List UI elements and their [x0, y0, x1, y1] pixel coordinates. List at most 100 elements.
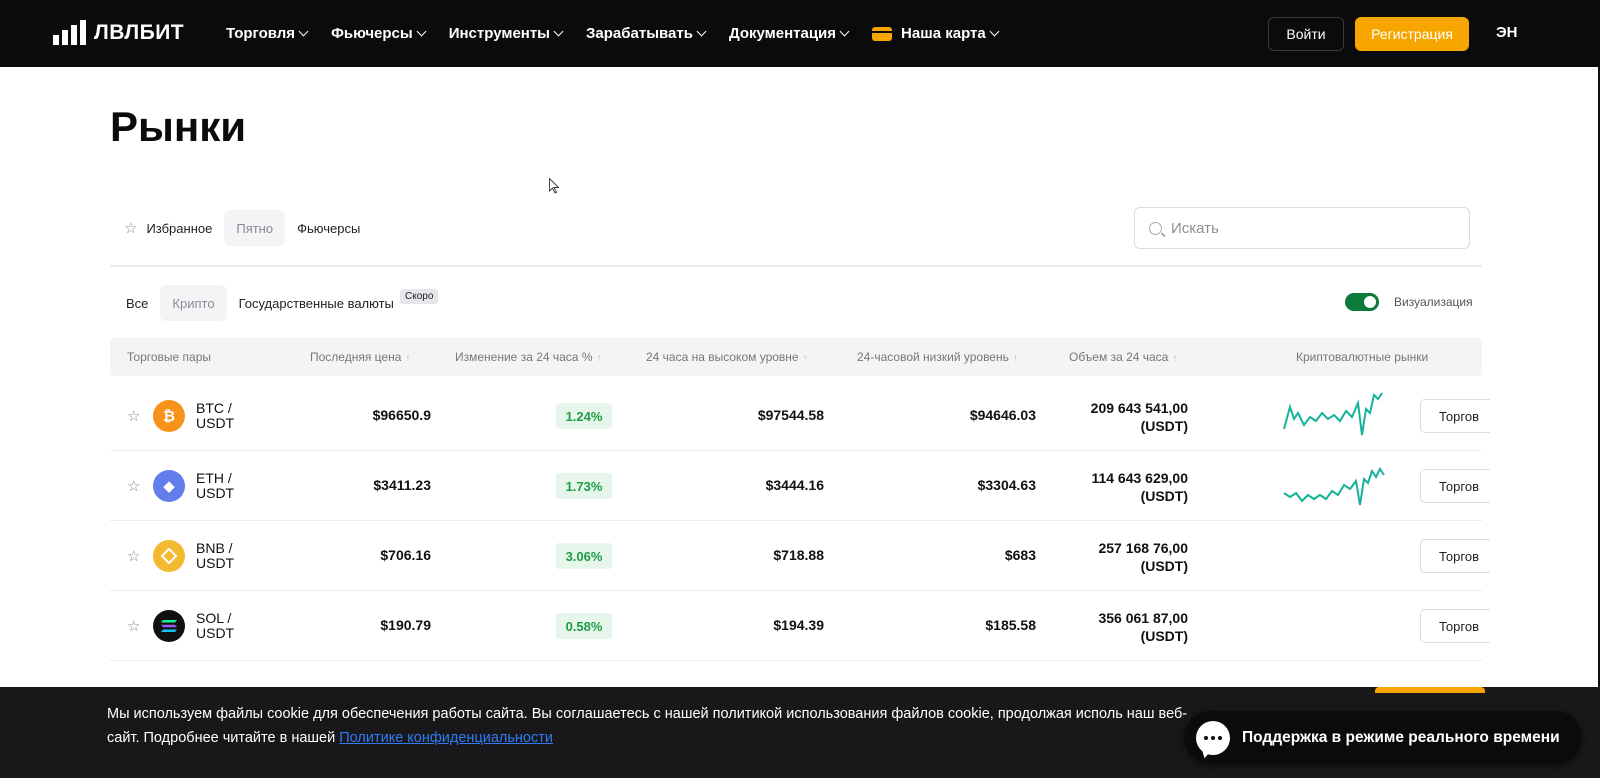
header-label: Криптовалютные рынки — [1296, 350, 1429, 364]
pair-name: SOL / USDT — [196, 611, 234, 641]
favorite-star-icon[interactable]: ☆ — [127, 407, 140, 425]
visualization-toggle[interactable] — [1345, 293, 1379, 311]
chevron-down-icon — [839, 26, 850, 37]
pair-base: BNB / — [196, 540, 233, 556]
chevron-down-icon — [416, 26, 427, 37]
ethereum-icon: ◆ — [153, 470, 185, 502]
sparkline-chart — [1283, 467, 1385, 506]
trade-button[interactable]: Торгов — [1420, 399, 1490, 433]
favorite-star-icon[interactable]: ☆ — [127, 477, 140, 495]
last-price: $706.16 — [380, 547, 431, 563]
volume: 209 643 541,00 (USDT) — [1091, 399, 1188, 435]
login-button[interactable]: Войти — [1268, 17, 1344, 51]
volume: 356 061 87,00 (USDT) — [1098, 609, 1188, 645]
volume-unit: (USDT) — [1140, 628, 1188, 644]
change-badge: 0.58% — [556, 613, 612, 639]
high-price: $97544.58 — [757, 407, 824, 423]
live-support-button[interactable]: Поддержка в режиме реального времени — [1184, 711, 1582, 764]
cookie-accept-button-edge[interactable] — [1375, 687, 1485, 693]
high-price: $194.39 — [773, 617, 824, 633]
mouse-cursor-icon — [549, 178, 559, 194]
trade-button[interactable]: Торгов — [1420, 469, 1490, 503]
low-price: $3304.63 — [977, 477, 1036, 493]
header-label: Объем за 24 часа — [1069, 350, 1169, 364]
nav-item-tools[interactable]: Инструменты — [448, 25, 564, 42]
cookie-notice-text: Мы используем файлы cookie для обеспечен… — [107, 702, 1217, 750]
header-label: Последняя цена — [310, 350, 402, 364]
change-badge: 3.06% — [556, 543, 612, 569]
low-price: $185.58 — [985, 617, 1036, 633]
high-price: $718.88 — [773, 547, 824, 563]
tab-crypto[interactable]: Крипто — [160, 285, 227, 321]
column-header-high[interactable]: 24 часа на высоком уровне ↑ — [646, 350, 808, 364]
header-label: 24 часа на высоком уровне — [646, 350, 799, 364]
volume-value: 114 643 629,00 — [1091, 470, 1188, 486]
star-outline-icon: ☆ — [124, 219, 138, 237]
low-price: $683 — [1004, 547, 1036, 563]
privacy-policy-link[interactable]: Политике конфиденциальности — [339, 730, 553, 746]
volume-unit: (USDT) — [1140, 558, 1188, 574]
nav-item-docs[interactable]: Документация — [728, 25, 850, 42]
tab-favorites[interactable]: ☆ Избранное — [122, 210, 224, 246]
nav-item-label: Документация — [728, 25, 837, 42]
table-row[interactable]: ☆ BNB / USDT $706.16 3.06% $718.88 $683 2… — [110, 521, 1490, 591]
search-input[interactable]: Искать — [1171, 220, 1219, 237]
chevron-down-icon — [696, 26, 707, 37]
nav-item-earn[interactable]: Зарабатывать — [586, 25, 707, 42]
soon-badge: Скоро — [400, 289, 439, 304]
logo-text: ЛВЛБИТ — [94, 21, 185, 44]
logo-bars-icon — [53, 20, 86, 45]
volume-unit: (USDT) — [1140, 418, 1188, 434]
nav-item-card[interactable]: Наша карта — [872, 25, 1000, 42]
pair-quote: USDT — [196, 415, 235, 431]
sort-arrow-icon: ↑ — [1012, 353, 1018, 364]
column-header-pair[interactable]: Торговые пары — [127, 350, 211, 364]
brand-logo[interactable]: ЛВЛБИТ — [53, 20, 185, 45]
column-header-last-price[interactable]: Последняя цена ↑ — [310, 350, 410, 364]
column-header-change[interactable]: Изменение за 24 часа % ↑ — [455, 350, 601, 364]
nav-item-trading[interactable]: Торговля — [226, 25, 309, 42]
change-badge: 1.73% — [556, 473, 612, 499]
cookie-text: Мы используем файлы cookie для обеспечен… — [107, 706, 1188, 746]
visualization-label: Визуализация — [1394, 295, 1473, 309]
nav-item-label: Фьючерсы — [331, 25, 413, 42]
volume: 257 168 76,00 (USDT) — [1098, 539, 1188, 575]
tab-futures[interactable]: Фьючерсы — [285, 210, 372, 246]
register-button[interactable]: Регистрация — [1355, 17, 1469, 51]
table-row[interactable]: ☆ SOL / USDT $190.79 0.58% $194.39 $185.5… — [110, 591, 1490, 661]
search-box[interactable]: Искать — [1134, 207, 1470, 249]
last-price: $190.79 — [380, 617, 431, 633]
tab-label: Фьючерсы — [297, 220, 361, 236]
table-row[interactable]: ☆ ₿ BTC / USDT $96650.9 1.24% $97544.58 $… — [110, 381, 1490, 451]
support-label: Поддержка в режиме реального времени — [1242, 728, 1560, 746]
pair-quote: USDT — [196, 555, 235, 571]
pair-quote: USDT — [196, 485, 235, 501]
market-type-tabs: ☆ Избранное Пятно Фьючерсы — [122, 210, 372, 246]
tab-fiat[interactable]: Государственные валюты — [227, 285, 406, 321]
trade-button[interactable]: Торгов — [1420, 609, 1490, 643]
header-label: 24-часовой низкий уровень — [857, 350, 1009, 364]
column-header-low[interactable]: 24-часовой низкий уровень ↑ — [857, 350, 1018, 364]
tab-spot[interactable]: Пятно — [224, 210, 286, 246]
high-price: $3444.16 — [765, 477, 824, 493]
nav-item-futures[interactable]: Фьючерсы — [331, 25, 427, 42]
language-selector[interactable]: ЭН — [1496, 24, 1518, 41]
pair-quote: USDT — [196, 625, 235, 641]
sort-arrow-icon: ↑ — [1172, 353, 1178, 364]
volume-value: 356 061 87,00 — [1098, 610, 1188, 626]
volume-value: 209 643 541,00 — [1090, 400, 1188, 416]
favorite-star-icon[interactable]: ☆ — [127, 617, 140, 635]
favorite-star-icon[interactable]: ☆ — [127, 547, 140, 565]
table-row[interactable]: ☆ ◆ ETH / USDT $3411.23 1.73% $3444.16 $3… — [110, 451, 1490, 521]
low-price: $94646.03 — [969, 407, 1036, 423]
trade-button[interactable]: Торгов — [1420, 539, 1490, 573]
volume-value: 257 168 76,00 — [1098, 540, 1188, 556]
bitcoin-icon: ₿ — [153, 400, 185, 432]
solana-stripes-icon — [161, 620, 177, 632]
nav-item-label: Инструменты — [448, 25, 550, 42]
header-label: Торговые пары — [127, 350, 212, 364]
last-price: $3411.23 — [373, 477, 431, 493]
pair-base: SOL / — [196, 610, 232, 626]
tab-all[interactable]: Все — [114, 285, 160, 321]
column-header-volume[interactable]: Объем за 24 часа ↑ — [1069, 350, 1177, 364]
